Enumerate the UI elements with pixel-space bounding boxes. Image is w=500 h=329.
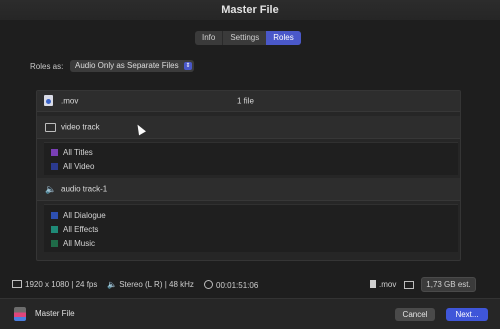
speaker-icon: 🔈: [45, 184, 57, 194]
screen-icon: [12, 280, 22, 288]
audio-info: 🔈 Stereo (L R) | 48 kHz: [107, 280, 194, 289]
music-swatch: [51, 240, 58, 247]
tab-bar: Info Settings Roles: [195, 31, 301, 45]
audio-track-label: audio track-1: [61, 184, 108, 194]
audio-track-row[interactable]: 🔈 audio track-1: [37, 178, 460, 201]
cancel-button[interactable]: Cancel: [395, 308, 435, 321]
speaker-icon: 🔈: [107, 280, 117, 289]
audio-roles-list: All Dialogue All Effects All Music: [44, 204, 458, 252]
file-icon: [44, 95, 53, 106]
dialogue-swatch: [51, 212, 58, 219]
resolution: 1920 x 1080: [25, 280, 70, 289]
video-swatch: [51, 163, 58, 170]
video-track-label: video track: [61, 122, 100, 132]
frame-rate: 24 fps: [75, 280, 98, 289]
role-item-effects[interactable]: All Effects: [51, 225, 98, 235]
role-item-dialogue[interactable]: All Dialogue: [51, 211, 106, 221]
master-file-icon: [14, 307, 26, 321]
monitor-icon: [404, 281, 414, 289]
duration-info: 00:01:51:06: [204, 280, 258, 290]
effects-swatch: [51, 226, 58, 233]
role-item-titles[interactable]: All Titles: [51, 148, 93, 158]
titles-swatch: [51, 149, 58, 156]
tab-info[interactable]: Info: [195, 31, 222, 45]
file-name: .mov: [61, 96, 79, 106]
role-label: All Video: [63, 162, 95, 171]
destination-title: Master File: [35, 309, 75, 318]
role-item-music[interactable]: All Music: [51, 239, 95, 249]
clock-icon: [204, 280, 213, 289]
bottom-bar: Master File Cancel Next...: [0, 298, 500, 329]
roles-panel: .mov 1 file video track All Titles All V…: [36, 90, 461, 261]
next-button[interactable]: Next...: [446, 308, 488, 321]
roles-as-label: Roles as:: [30, 62, 64, 71]
role-label: All Dialogue: [63, 211, 106, 220]
file-row[interactable]: .mov 1 file: [37, 91, 460, 112]
window-title: Master File: [0, 0, 500, 20]
video-track-row[interactable]: video track: [37, 116, 460, 139]
document-icon: [370, 280, 376, 288]
chevron-updown-icon: ⇕: [184, 62, 192, 70]
file-count: 1 file: [237, 96, 254, 106]
role-label: All Music: [63, 239, 96, 248]
estimated-size: 1,73 GB est.: [421, 277, 476, 292]
sample-rate: 48 kHz: [169, 280, 194, 289]
roles-as-select[interactable]: Audio Only as Separate Files ⇕: [70, 60, 194, 72]
role-label: All Titles: [63, 148, 93, 157]
role-item-video[interactable]: All Video: [51, 162, 94, 172]
roles-as-value: Audio Only as Separate Files: [75, 61, 179, 70]
video-roles-list: All Titles All Video: [44, 142, 458, 175]
output-format: .mov: [379, 280, 397, 289]
duration: 00:01:51:06: [216, 281, 259, 290]
resolution-info: 1920 x 1080 | 24 fps: [12, 280, 97, 289]
audio-channels: Stereo (L R): [119, 280, 163, 289]
role-label: All Effects: [63, 225, 99, 234]
tab-roles[interactable]: Roles: [266, 31, 301, 45]
film-icon: [45, 123, 56, 132]
tab-settings[interactable]: Settings: [222, 31, 266, 45]
format-info: .mov: [370, 280, 396, 289]
